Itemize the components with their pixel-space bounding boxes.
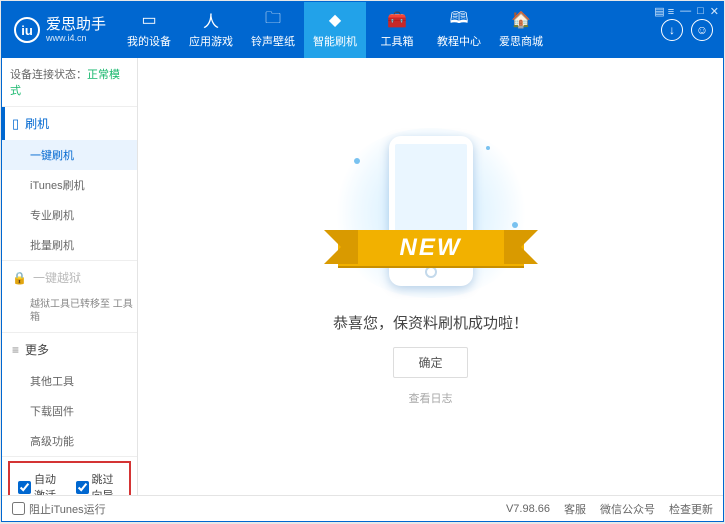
app-header: ▤ ≡ — □ ✕ iu 爱思助手 www.i4.cn ▭我的设备 人应用游戏 … — [2, 2, 723, 58]
app-title: 爱思助手 — [46, 17, 106, 34]
success-illustration: NEW — [326, 128, 536, 298]
new-ribbon: NEW — [338, 230, 524, 266]
skip-setup-checkbox[interactable]: 跳过向导 — [76, 471, 122, 495]
sidebar-item-pro-flash[interactable]: 专业刷机 — [2, 200, 137, 230]
tab-ringtones[interactable]: 🗀铃声壁纸 — [242, 2, 304, 58]
account-button[interactable]: ☺ — [691, 19, 713, 41]
phone-icon: ▯ — [12, 116, 19, 132]
phone-icon: ▭ — [140, 11, 158, 29]
connection-status: 设备连接状态：正常模式 — [2, 58, 137, 107]
minimize-button[interactable]: — — [680, 5, 691, 18]
sidebar-group-flash[interactable]: ▯刷机 — [2, 107, 137, 140]
toolbox-icon: 🧰 — [388, 11, 406, 29]
check-update-link[interactable]: 检查更新 — [669, 501, 713, 517]
lock-icon: 🔒 — [12, 271, 27, 285]
sidebar-item-itunes-flash[interactable]: iTunes刷机 — [2, 170, 137, 200]
app-url: www.i4.cn — [46, 33, 106, 43]
flash-options-highlight: 自动激活 跳过向导 — [8, 461, 131, 495]
logo-icon: iu — [14, 17, 40, 43]
sidebar-item-download-firmware[interactable]: 下载固件 — [2, 396, 137, 426]
version-label: V7.98.66 — [506, 503, 550, 515]
apps-icon: 人 — [202, 11, 220, 29]
download-button[interactable]: ↓ — [661, 19, 683, 41]
tab-toolbox[interactable]: 🧰工具箱 — [366, 2, 428, 58]
tab-my-device[interactable]: ▭我的设备 — [118, 2, 180, 58]
success-message: 恭喜您，保资料刷机成功啦！ — [333, 312, 528, 333]
tab-tutorial[interactable]: 🕮教程中心 — [428, 2, 490, 58]
sidebar-item-advanced[interactable]: 高级功能 — [2, 426, 137, 456]
tab-apps[interactable]: 人应用游戏 — [180, 2, 242, 58]
menu-icon[interactable]: ▤ ≡ — [654, 5, 674, 18]
view-log-link[interactable]: 查看日志 — [409, 390, 453, 406]
menu-icon: ≡ — [12, 343, 19, 357]
sidebar-item-batch-flash[interactable]: 批量刷机 — [2, 230, 137, 260]
sidebar-group-jailbreak[interactable]: 🔒一键越狱 — [2, 261, 137, 294]
wechat-link[interactable]: 微信公众号 — [600, 501, 655, 517]
sidebar-item-other-tools[interactable]: 其他工具 — [2, 366, 137, 396]
sidebar-item-one-click-flash[interactable]: 一键刷机 — [2, 140, 137, 170]
support-link[interactable]: 客服 — [564, 501, 586, 517]
top-nav: ▭我的设备 人应用游戏 🗀铃声壁纸 ◆智能刷机 🧰工具箱 🕮教程中心 🏠爱思商城 — [118, 2, 661, 58]
close-button[interactable]: ✕ — [710, 5, 719, 18]
flash-icon: ◆ — [326, 11, 344, 29]
wallpaper-icon: 🗀 — [264, 11, 282, 29]
auto-activate-checkbox[interactable]: 自动激活 — [18, 471, 64, 495]
main-content: NEW 恭喜您，保资料刷机成功啦！ 确定 查看日志 — [138, 58, 723, 495]
tab-store[interactable]: 🏠爱思商城 — [490, 2, 552, 58]
tab-smart-flash[interactable]: ◆智能刷机 — [304, 2, 366, 58]
confirm-button[interactable]: 确定 — [393, 347, 467, 378]
sidebar: 设备连接状态：正常模式 ▯刷机 一键刷机 iTunes刷机 专业刷机 批量刷机 … — [2, 58, 138, 495]
book-icon: 🕮 — [450, 11, 468, 29]
store-icon: 🏠 — [512, 11, 530, 29]
jailbreak-note: 越狱工具已转移至 工具箱 — [2, 294, 137, 332]
status-bar: 阻止iTunes运行 V7.98.66 客服 微信公众号 检查更新 — [2, 495, 723, 521]
block-itunes-checkbox[interactable]: 阻止iTunes运行 — [12, 501, 106, 517]
sidebar-group-more[interactable]: ≡更多 — [2, 333, 137, 366]
maximize-button[interactable]: □ — [697, 5, 704, 18]
app-logo: iu 爱思助手 www.i4.cn — [2, 17, 118, 44]
